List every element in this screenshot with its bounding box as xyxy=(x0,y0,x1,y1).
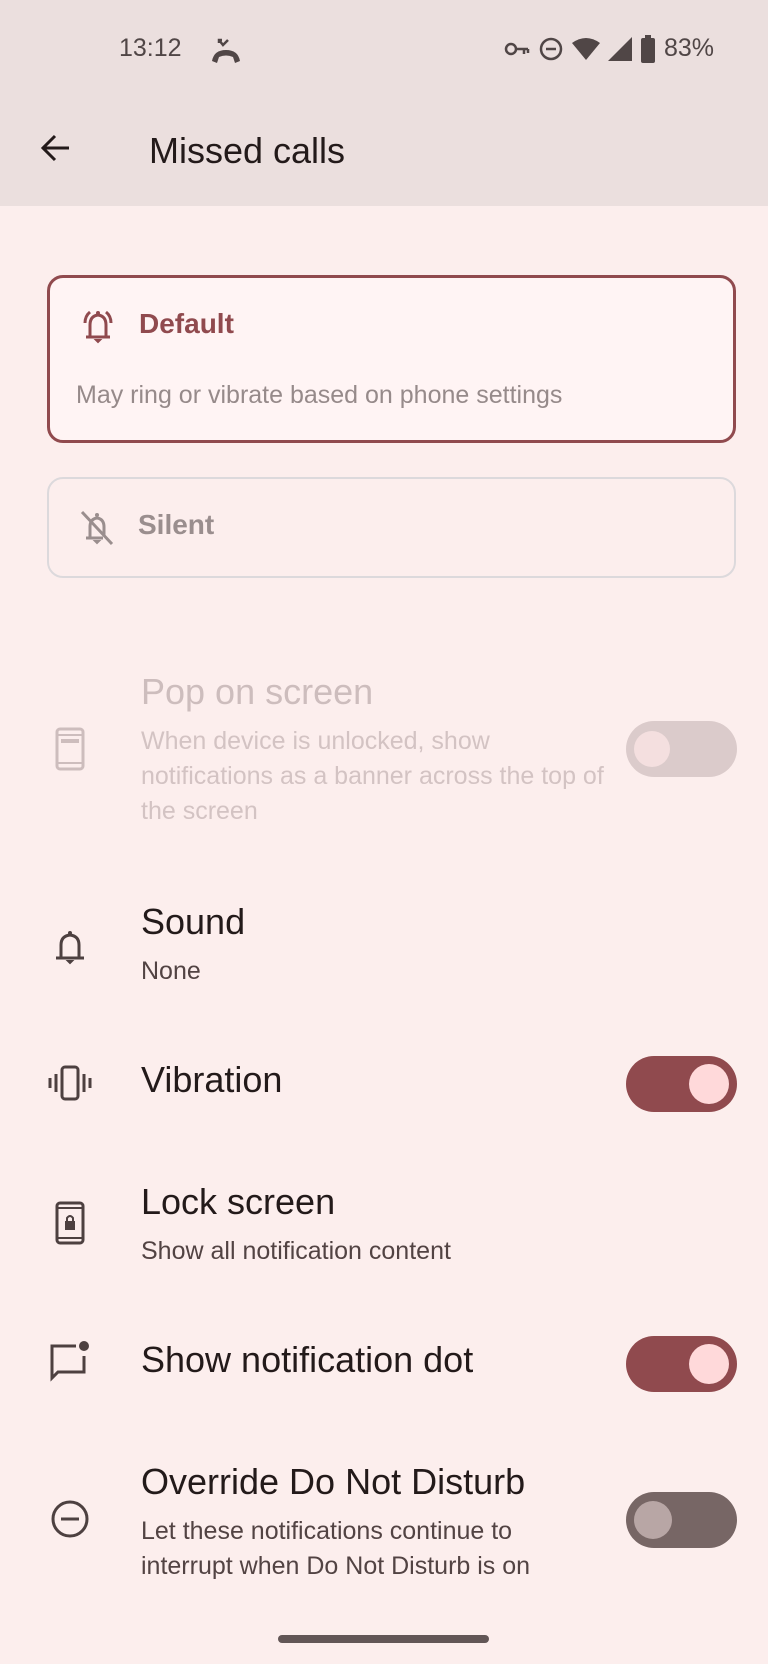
battery-percent: 83% xyxy=(663,34,714,62)
wifi-icon xyxy=(571,37,600,61)
override-dnd-toggle[interactable] xyxy=(626,1492,737,1548)
setting-pop-on-screen: Pop on screen When device is unlocked, s… xyxy=(0,665,768,835)
option-default-description: May ring or vibrate based on phone setti… xyxy=(76,381,563,409)
bell-icon xyxy=(46,923,94,971)
phone-banner-icon xyxy=(46,725,94,773)
setting-sound[interactable]: Sound None xyxy=(0,895,768,1015)
setting-vibration[interactable]: Vibration xyxy=(0,1050,768,1120)
arrow-back-icon xyxy=(39,131,73,170)
status-bar: 13:12 83% xyxy=(0,0,768,100)
do-not-disturb-icon xyxy=(538,36,564,62)
setting-title: Sound xyxy=(141,901,246,942)
setting-subtitle: None xyxy=(141,957,201,985)
toggle-thumb xyxy=(634,731,670,767)
setting-lock-screen[interactable]: Lock screen Show all notification conten… xyxy=(0,1175,768,1295)
option-default-label: Default xyxy=(139,308,234,339)
back-button[interactable] xyxy=(30,124,82,176)
option-silent[interactable]: Silent xyxy=(47,477,736,578)
cell-signal-icon xyxy=(607,36,632,61)
setting-title: Lock screen xyxy=(141,1181,336,1222)
setting-override-dnd[interactable]: Override Do Not Disturb Let these notifi… xyxy=(0,1455,768,1595)
page-title: Missed calls xyxy=(149,130,346,171)
setting-title: Override Do Not Disturb xyxy=(141,1461,526,1502)
setting-notification-dot[interactable]: Show notification dot xyxy=(0,1330,768,1400)
app-bar: Missed calls xyxy=(0,100,768,206)
missed-call-icon xyxy=(208,36,244,66)
do-not-disturb-icon xyxy=(46,1495,94,1543)
notification-dot-icon xyxy=(46,1337,94,1385)
notification-dot-toggle[interactable] xyxy=(626,1336,737,1392)
setting-title: Vibration xyxy=(141,1059,283,1100)
setting-subtitle: Show all notification content xyxy=(141,1237,451,1265)
toggle-thumb xyxy=(634,1501,672,1539)
vibration-toggle[interactable] xyxy=(626,1056,737,1112)
vibration-icon xyxy=(46,1059,94,1107)
setting-subtitle: When device is unlocked, show notificati… xyxy=(141,727,604,825)
bell-ringing-icon xyxy=(78,306,118,346)
vpn-key-icon xyxy=(504,39,530,59)
option-default[interactable]: Default May ring or vibrate based on pho… xyxy=(47,275,736,443)
option-silent-label: Silent xyxy=(138,509,215,540)
battery-icon xyxy=(640,34,656,63)
setting-title: Show notification dot xyxy=(141,1339,474,1380)
toggle-thumb xyxy=(689,1344,729,1384)
setting-subtitle: Let these notifications continue to inte… xyxy=(141,1517,531,1580)
status-time: 13:12 xyxy=(119,34,182,62)
bell-off-icon xyxy=(77,507,117,547)
pop-on-screen-toggle[interactable] xyxy=(626,721,737,777)
phone-lock-icon xyxy=(46,1199,94,1247)
toggle-thumb xyxy=(689,1064,729,1104)
setting-title: Pop on screen xyxy=(141,671,374,712)
gesture-nav-handle[interactable] xyxy=(278,1635,489,1643)
